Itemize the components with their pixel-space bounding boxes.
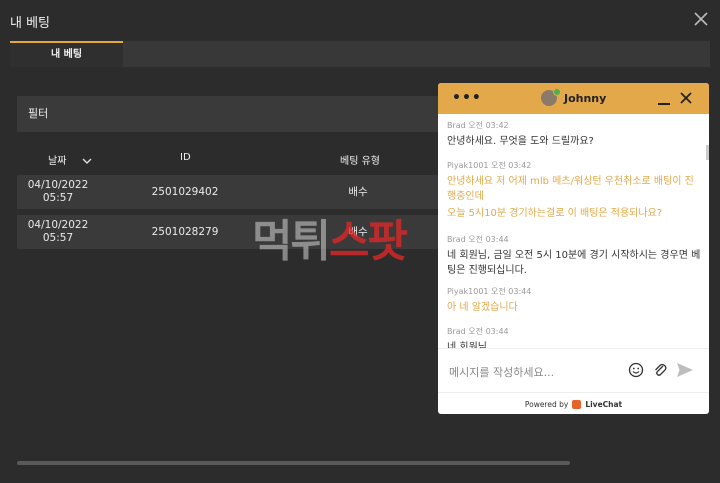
send-icon[interactable] bbox=[676, 362, 694, 378]
message-meta: Brad 오전 03:44 bbox=[447, 327, 509, 336]
emoji-icon[interactable] bbox=[628, 362, 644, 378]
chat-message: Brad 오전 03:42 안녕하세요. 무엇을 도와 드릴까요? bbox=[447, 120, 702, 149]
powered-by-footer: Powered by LiveChat bbox=[438, 392, 709, 414]
menu-dots-icon[interactable]: ••• bbox=[452, 90, 482, 106]
filter-bar[interactable]: 필터 bbox=[17, 96, 442, 132]
chat-message: Piyak1001 오전 03:44 아 네 알겠습니다 bbox=[447, 286, 702, 315]
column-header-id: ID bbox=[180, 152, 191, 163]
chat-message: Brad 오전 03:44 네 회원님, 금일 오전 5시 10분에 경기 시작… bbox=[447, 234, 702, 278]
agent-name: Johnny bbox=[564, 92, 607, 105]
message-input[interactable]: 메시지를 작성하세요... bbox=[449, 364, 554, 380]
message-meta: Piyak1001 오전 03:42 bbox=[447, 161, 532, 170]
message-text: 안녕하세요. 무엇을 도와 드릴까요? bbox=[447, 136, 594, 147]
message-composer: 메시지를 작성하세요... bbox=[438, 348, 709, 393]
chat-scrollbar[interactable] bbox=[706, 145, 709, 160]
chat-header: ••• Johnny bbox=[438, 83, 709, 114]
close-icon[interactable] bbox=[692, 10, 710, 28]
message-meta: Brad 오전 03:44 bbox=[447, 235, 509, 244]
date-header-label: 날짜 bbox=[48, 156, 67, 167]
tab-my-bets[interactable]: 내 베팅 bbox=[10, 41, 123, 67]
message-meta: Brad 오전 03:42 bbox=[447, 121, 509, 130]
message-text: 오늘 5시10분 경기하는걸로 이 배팅은 적용되나요? bbox=[447, 208, 663, 219]
chat-close-icon[interactable] bbox=[680, 92, 692, 104]
watermark-part2: 스팟 bbox=[328, 216, 408, 267]
type-cell: 배수 bbox=[348, 185, 368, 198]
chat-message: Brad 오전 03:44 네 회원님 bbox=[447, 326, 702, 348]
id-cell: 2501029402 bbox=[151, 185, 219, 198]
panel-title: 내 베팅 bbox=[10, 16, 51, 31]
column-header-type: 베팅 유형 bbox=[340, 156, 380, 167]
date-cell: 04/10/2022 05:57 bbox=[27, 179, 89, 204]
online-status-icon bbox=[553, 88, 561, 96]
horizontal-scrollbar[interactable] bbox=[17, 461, 570, 465]
watermark: 먹튀스팟 bbox=[252, 205, 408, 269]
message-meta: Piyak1001 오전 03:44 bbox=[447, 287, 532, 296]
message-text: 네 회원님 bbox=[447, 342, 487, 348]
livechat-brand[interactable]: LiveChat bbox=[585, 400, 622, 409]
message-text: 아 네 알겠습니다 bbox=[447, 302, 518, 313]
chevron-down-icon bbox=[82, 158, 92, 164]
message-text: 네 회원님, 금일 오전 5시 10분에 경기 시작하시는 경우면 베팅은 진행… bbox=[447, 250, 701, 276]
minimize-icon[interactable] bbox=[658, 103, 670, 105]
table-row[interactable]: 04/10/2022 05:57 2501029402 배수 bbox=[17, 175, 442, 209]
chat-message: Piyak1001 오전 03:42 안녕하세요 저 어제 mlb 메츠/워싱턴… bbox=[447, 160, 702, 221]
filter-label: 필터 bbox=[28, 107, 49, 120]
livechat-widget: ••• Johnny Brad 오전 03:42 안녕하세요. 무엇을 도와 드… bbox=[438, 83, 709, 414]
column-header-date[interactable]: 날짜 bbox=[48, 152, 92, 167]
watermark-part1: 먹튀 bbox=[252, 216, 331, 267]
livechat-logo-icon bbox=[572, 399, 582, 409]
id-cell: 2501028279 bbox=[151, 225, 219, 238]
attachment-icon[interactable] bbox=[652, 362, 668, 378]
date-cell: 04/10/2022 05:57 bbox=[27, 219, 89, 244]
tab-bar: 내 베팅 bbox=[10, 41, 710, 67]
message-text: 안녕하세요 저 어제 mlb 메츠/워싱턴 우천취소로 배팅이 진행중인데 bbox=[447, 176, 694, 202]
message-list[interactable]: Brad 오전 03:42 안녕하세요. 무엇을 도와 드릴까요? Piyak1… bbox=[438, 114, 709, 348]
powered-by-label: Powered by bbox=[524, 399, 569, 409]
